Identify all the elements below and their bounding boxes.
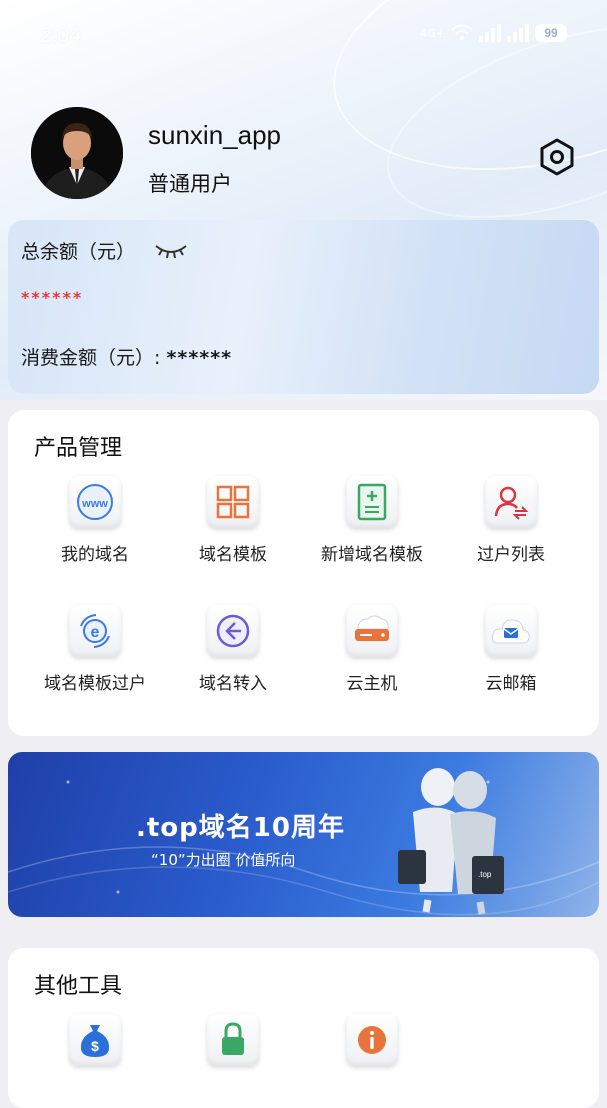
grid-item-label: 过户列表 — [477, 545, 545, 565]
total-balance-label: 总余额（元） — [21, 241, 136, 263]
svg-text:www: www — [81, 498, 108, 510]
grid-item-domain-transfer-in[interactable]: 域名转入 — [158, 605, 308, 694]
grid-item-label: 域名转入 — [199, 674, 267, 694]
avatar[interactable] — [31, 107, 123, 199]
grid-item-transfer-list[interactable]: 过户列表 — [436, 476, 586, 565]
status-bar: 2:04 4G+ 99 — [0, 0, 607, 72]
user-transfer-icon — [485, 476, 537, 528]
grid-item-template-transfer[interactable]: e 域名模板过户 — [20, 605, 170, 694]
spend-label: 消费金额（元）: — [21, 347, 161, 369]
svg-text:$: $ — [91, 1038, 99, 1054]
grid-item-my-domains[interactable]: www 我的域名 — [20, 476, 170, 565]
server-icon — [346, 605, 398, 657]
other-tools-card: 其他工具 $ — [8, 948, 599, 1108]
grid-item-label: 云邮箱 — [485, 674, 537, 694]
battery-icon: 99 — [535, 24, 567, 42]
network-type-label: 4G+ — [420, 26, 445, 40]
grid-item-add-domain-template[interactable]: 新增域名模板 — [297, 476, 447, 565]
settings-hexagon-icon — [540, 138, 574, 176]
mail-cloud-icon — [485, 605, 537, 657]
grid-item-domain-template[interactable]: 域名模板 — [158, 476, 308, 565]
tool-item-info[interactable] — [297, 1014, 447, 1066]
grid-item-label: 域名模板 — [199, 545, 267, 565]
product-management-card: 产品管理 www 我的域名 域名模板 新增域名模板 过户列表 e 域名模板过户 … — [8, 410, 599, 736]
grid-item-cloud-host[interactable]: 云主机 — [297, 605, 447, 694]
user-avatar-image — [31, 107, 123, 199]
section-title: 其他工具 — [34, 974, 123, 999]
e-refresh-icon: e — [69, 605, 121, 657]
banner-badge: .top — [478, 870, 492, 879]
svg-text:e: e — [91, 624, 100, 641]
promo-banner[interactable]: .top域名10周年 “10”力出圈 价值所向 .top — [8, 752, 599, 917]
signal-icon — [479, 24, 501, 42]
grid-item-label: 云主机 — [346, 674, 398, 694]
total-balance-value: ****** — [21, 288, 84, 307]
user-type: 普通用户 — [148, 172, 232, 196]
wifi-icon — [451, 24, 473, 40]
banner-title: .top域名10周年 — [136, 813, 345, 843]
status-icons: 4G+ 99 — [420, 24, 567, 42]
grid-item-label: 域名模板过户 — [44, 674, 146, 694]
spend-value: ****** — [166, 347, 233, 369]
settings-button[interactable] — [537, 137, 577, 177]
eye-closed-icon[interactable] — [154, 240, 188, 262]
info-icon — [346, 1014, 398, 1066]
grid-item-label: 新增域名模板 — [321, 545, 423, 565]
section-title: 产品管理 — [34, 436, 123, 461]
money-bag-icon: $ — [69, 1014, 121, 1066]
www-icon: www — [69, 476, 121, 528]
username: sunxin_app — [148, 120, 281, 150]
status-time: 2:04 — [40, 24, 81, 47]
banner-subtitle: “10”力出圈 价值所向 — [151, 851, 296, 869]
grid-item-label: 我的域名 — [61, 545, 129, 565]
balance-card: 总余额（元） ****** 消费金额（元）: ****** — [8, 220, 599, 394]
spend-row: 消费金额（元）: ****** — [21, 343, 232, 370]
arrow-left-circle-icon — [207, 605, 259, 657]
lock-icon — [207, 1014, 259, 1066]
grid-template-icon — [207, 476, 259, 528]
tool-item-security[interactable] — [158, 1014, 308, 1066]
add-document-icon — [346, 476, 398, 528]
signal-icon-2 — [507, 24, 529, 42]
grid-item-cloud-mail[interactable]: 云邮箱 — [436, 605, 586, 694]
tool-item-recharge[interactable]: $ — [20, 1014, 170, 1066]
